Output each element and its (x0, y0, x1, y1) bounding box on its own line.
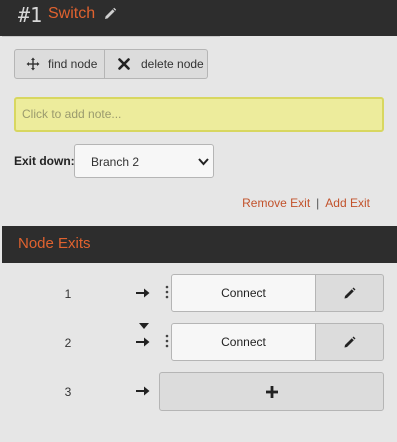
node-exits-title: Node Exits (18, 235, 91, 252)
move-up-icon[interactable] (139, 323, 149, 329)
arrow-right-icon (136, 337, 150, 347)
node-exits-header: Node Exits (2, 226, 397, 263)
exit-links: Remove Exit | Add Exit (242, 196, 370, 210)
link-separator: | (316, 196, 320, 210)
exit-number: 3 (64, 385, 72, 399)
remove-exit-link[interactable]: Remove Exit (242, 196, 310, 210)
add-exit-button[interactable] (159, 372, 384, 411)
header-divider (2, 36, 220, 37)
arrow-right-icon (136, 386, 150, 396)
connect-label: Connect (221, 286, 266, 300)
exit-number: 1 (64, 287, 72, 301)
close-icon (118, 58, 130, 70)
crosshair-icon (26, 57, 40, 71)
find-node-label: find node (48, 57, 98, 71)
title-bar: #1 Switch (0, 0, 397, 36)
exit-down-label: Exit down: (14, 154, 75, 168)
arrow-right-icon (136, 288, 150, 298)
edit-exit-button[interactable] (316, 323, 384, 361)
exit-down-value: Branch 2 (91, 155, 140, 169)
edit-exit-button[interactable] (316, 274, 384, 312)
note-field[interactable]: Click to add note... (14, 97, 384, 132)
node-title[interactable]: Switch (48, 5, 95, 23)
connect-button[interactable]: Connect (171, 323, 316, 361)
drag-handle-icon[interactable] (165, 285, 169, 299)
delete-node-button[interactable]: delete node (105, 49, 208, 79)
delete-node-label: delete node (141, 57, 204, 71)
connect-button[interactable]: Connect (171, 274, 316, 312)
add-exit-link[interactable]: Add Exit (325, 196, 370, 210)
chevron-down-icon (198, 158, 209, 166)
node-number: #1 (18, 3, 43, 27)
connect-label: Connect (221, 335, 266, 349)
exit-down-select[interactable]: Branch 2 (74, 144, 214, 178)
note-placeholder: Click to add note... (22, 107, 122, 121)
pencil-icon (344, 336, 355, 348)
exit-number: 2 (64, 336, 72, 350)
find-node-button[interactable]: find node (14, 49, 105, 79)
pencil-icon[interactable] (102, 6, 118, 22)
drag-handle-icon[interactable] (165, 334, 169, 348)
pencil-icon (344, 287, 355, 299)
plus-icon (265, 385, 278, 398)
node-actions: find node delete node (14, 49, 208, 79)
